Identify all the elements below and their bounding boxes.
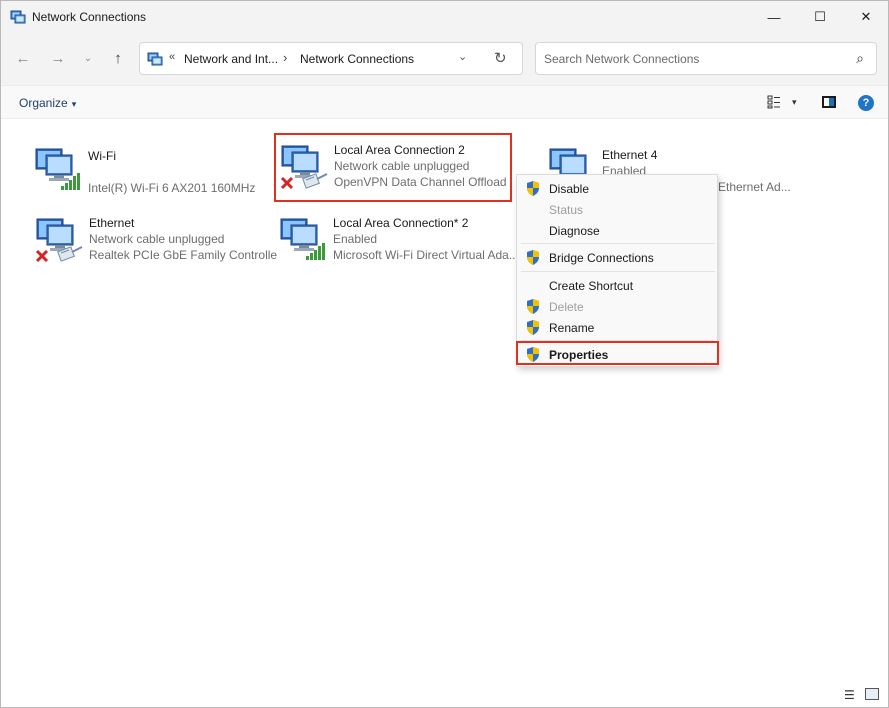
connection-item-local-area-connection-2[interactable]: Local Area Connection 2 Network cable un… xyxy=(280,142,512,192)
connection-name: Wi-Fi xyxy=(88,149,116,163)
status-bar: ☰ xyxy=(1,680,888,707)
back-button[interactable]: ← xyxy=(12,47,34,69)
connection-status: Network cable unplugged xyxy=(334,159,470,173)
breadcrumb-overflow-chevron[interactable]: « xyxy=(169,51,175,63)
details-view-icon[interactable]: ☰ xyxy=(844,688,855,702)
connection-name: Local Area Connection 2 xyxy=(334,143,465,157)
connection-device: Realtek PCIe GbE Family Controlle xyxy=(89,248,278,262)
ethernet-cable-icon xyxy=(302,173,328,189)
menu-item-status[interactable]: Status xyxy=(517,199,717,220)
connection-status xyxy=(88,164,255,180)
forward-button[interactable]: → xyxy=(47,47,69,69)
menu-item-label: Create Shortcut xyxy=(549,279,634,293)
connection-item-local-area-connection-star-2[interactable]: Local Area Connection* 2 Enabled Microso… xyxy=(279,215,519,265)
view-options-caret-icon[interactable]: ▾ xyxy=(792,97,797,108)
connection-status: Network cable unplugged xyxy=(89,232,225,246)
menu-item-label: Properties xyxy=(549,348,609,362)
uac-shield-icon xyxy=(527,250,539,265)
recent-locations-button[interactable]: ⌄ xyxy=(77,47,99,69)
breadcrumb-network-and-internet[interactable]: Network and Int... xyxy=(184,52,278,66)
organize-caret-icon: ▾ xyxy=(71,99,77,109)
disconnected-x-icon xyxy=(35,249,49,263)
ethernet-cable-icon xyxy=(57,246,83,262)
refresh-icon[interactable]: ↻ xyxy=(494,49,507,67)
organize-button[interactable]: Organize ▾ xyxy=(19,96,76,110)
large-icons-view-icon[interactable] xyxy=(865,688,879,700)
connection-name: Ethernet 4 xyxy=(602,148,658,162)
wifi-signal-icon xyxy=(61,173,80,190)
menu-item-bridge-connections[interactable]: Bridge Connections xyxy=(517,247,717,268)
menu-separator xyxy=(521,243,715,244)
menu-item-label: Delete xyxy=(549,300,584,314)
network-folder-icon xyxy=(147,52,163,66)
network-connections-window: Network Connections — ☐ ✕ ← → ⌄ ↑ « Netw… xyxy=(0,0,889,708)
preview-pane-icon[interactable] xyxy=(822,96,836,108)
menu-item-label: Status xyxy=(549,203,584,217)
menu-item-label: Rename xyxy=(549,321,595,335)
context-menu: Disable Status Diagnose Bridge Connectio… xyxy=(516,174,718,367)
menu-item-disable[interactable]: Disable xyxy=(517,178,717,199)
menu-item-diagnose[interactable]: Diagnose xyxy=(517,220,717,241)
menu-item-create-shortcut[interactable]: Create Shortcut xyxy=(517,275,717,296)
menu-item-label: Bridge Connections xyxy=(549,251,654,265)
connection-device: OpenVPN Data Channel Offload xyxy=(334,175,507,189)
connection-device: Microsoft Wi-Fi Direct Virtual Ada... xyxy=(333,248,519,262)
organize-label: Organize xyxy=(19,96,68,110)
search-icon[interactable]: ⌕ xyxy=(856,50,864,67)
search-input[interactable] xyxy=(544,51,844,67)
menu-item-rename[interactable]: Rename xyxy=(517,317,717,338)
uac-shield-icon xyxy=(527,299,539,314)
minimize-button[interactable]: — xyxy=(751,1,797,33)
uac-shield-icon xyxy=(527,181,539,196)
help-icon[interactable]: ? xyxy=(858,95,874,111)
disconnected-x-icon xyxy=(280,176,294,190)
menu-item-properties[interactable]: Properties xyxy=(517,344,717,365)
connection-name: Ethernet xyxy=(89,216,135,230)
up-button[interactable]: ↑ xyxy=(107,47,129,69)
connection-device: Intel(R) Wi-Fi 6 AX201 160MHz xyxy=(88,181,256,195)
menu-separator xyxy=(521,271,715,272)
connections-list: Wi-Fi Intel(R) Wi-Fi 6 AX201 160MHz Loca… xyxy=(1,120,888,680)
window-title: Network Connections xyxy=(32,10,147,24)
connection-name: Local Area Connection* 2 xyxy=(333,216,469,230)
change-view-icon[interactable] xyxy=(767,95,781,109)
address-bar[interactable]: « Network and Int... › Network Connectio… xyxy=(139,42,523,75)
address-dropdown-icon[interactable]: ⌄ xyxy=(458,50,467,63)
navigation-bar: ← → ⌄ ↑ « Network and Int... › Network C… xyxy=(1,33,888,85)
menu-separator xyxy=(521,340,715,341)
uac-shield-icon xyxy=(527,347,539,362)
connection-status: Enabled xyxy=(333,232,378,246)
menu-item-label: Diagnose xyxy=(549,224,600,238)
menu-item-label: Disable xyxy=(549,182,590,196)
command-bar: Organize ▾ ▾ ? xyxy=(1,85,888,119)
network-folder-icon xyxy=(10,10,26,24)
wifi-signal-icon xyxy=(306,243,325,260)
close-button[interactable]: ✕ xyxy=(843,1,888,33)
title-bar: Network Connections — ☐ ✕ xyxy=(1,1,888,33)
menu-item-delete[interactable]: Delete xyxy=(517,296,717,317)
breadcrumb-network-connections[interactable]: Network Connections xyxy=(300,52,414,66)
search-box[interactable]: ⌕ xyxy=(535,42,877,75)
breadcrumb-separator-icon[interactable]: › xyxy=(283,50,287,65)
uac-shield-icon xyxy=(527,320,539,335)
connection-item-ethernet[interactable]: Ethernet Network cable unplugged Realtek… xyxy=(35,215,278,265)
maximize-button[interactable]: ☐ xyxy=(797,1,843,33)
connection-item-wifi[interactable]: Wi-Fi Intel(R) Wi-Fi 6 AX201 160MHz xyxy=(34,145,264,195)
